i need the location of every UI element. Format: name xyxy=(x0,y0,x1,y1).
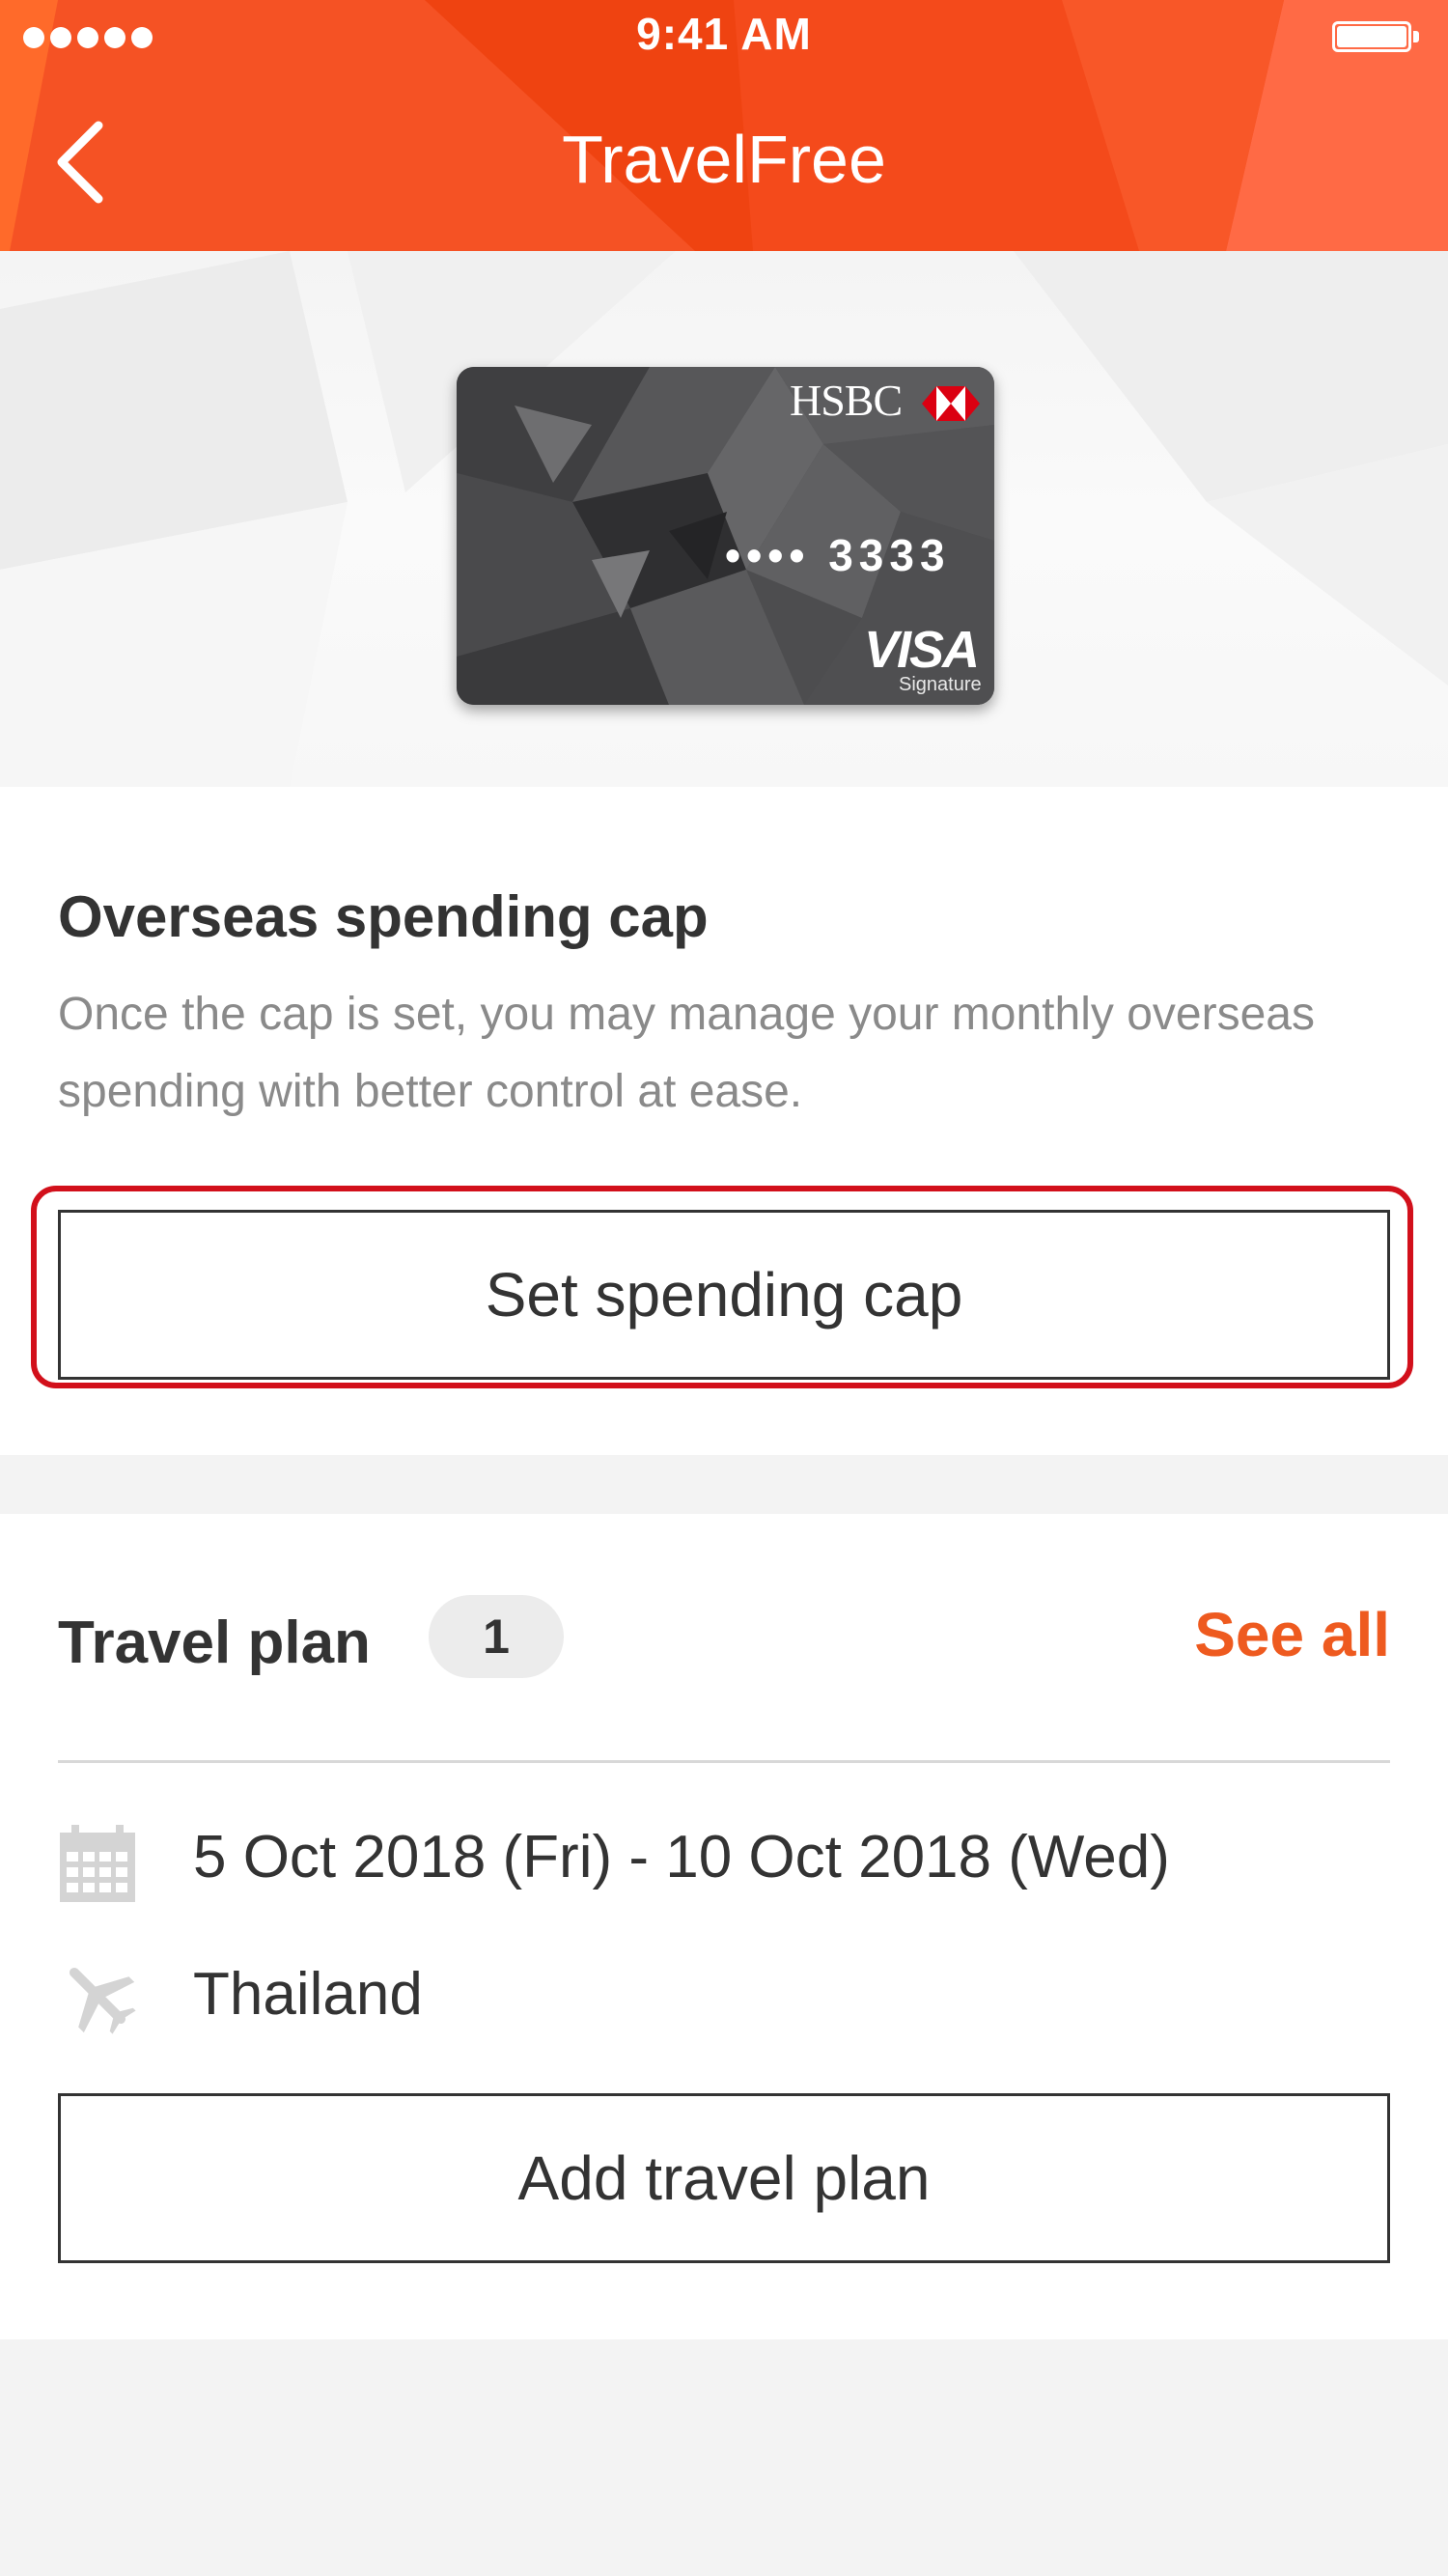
card-number: •••• 3333 xyxy=(725,530,951,580)
see-all-link[interactable]: See all xyxy=(1158,1599,1390,1670)
card-brand-logo: HSBC xyxy=(790,376,903,425)
card-panel: HSBC •••• 3333 VISA Signature xyxy=(0,251,1448,787)
set-spending-cap-button[interactable]: Set spending cap xyxy=(58,1210,1390,1380)
battery-icon xyxy=(1332,21,1419,56)
card-tier-label: Signature xyxy=(899,674,982,695)
travel-dates: 5 Oct 2018 (Fri) - 10 Oct 2018 (Wed) xyxy=(193,1824,1170,1890)
hsbc-hexagon-icon xyxy=(922,386,980,421)
spending-cap-section: Overseas spending cap Once the cap is se… xyxy=(0,787,1448,1455)
spending-cap-description: Once the cap is set, you may manage your… xyxy=(58,989,1315,1117)
credit-card: HSBC •••• 3333 VISA Signature xyxy=(457,367,994,705)
travel-plan-title: Travel plan xyxy=(58,1610,371,1676)
visa-logo: VISA xyxy=(864,621,980,679)
spending-cap-title: Overseas spending cap xyxy=(58,884,709,949)
add-travel-plan-button[interactable]: Add travel plan xyxy=(58,2093,1390,2263)
section-divider xyxy=(58,1760,1390,1763)
page-title: TravelFree xyxy=(562,122,886,197)
travel-destination: Thailand xyxy=(193,1961,423,2028)
app-header: 9:41 AM TravelFree xyxy=(0,0,1448,251)
status-time: 9:41 AM xyxy=(636,9,812,59)
airplane-icon xyxy=(69,1967,136,2034)
calendar-icon xyxy=(60,1825,135,1902)
travel-plan-section: Travel plan 1 See all 5 Oct 2018 (Fri) -… xyxy=(0,1514,1448,2339)
travel-plan-count-badge: 1 xyxy=(429,1595,564,1678)
